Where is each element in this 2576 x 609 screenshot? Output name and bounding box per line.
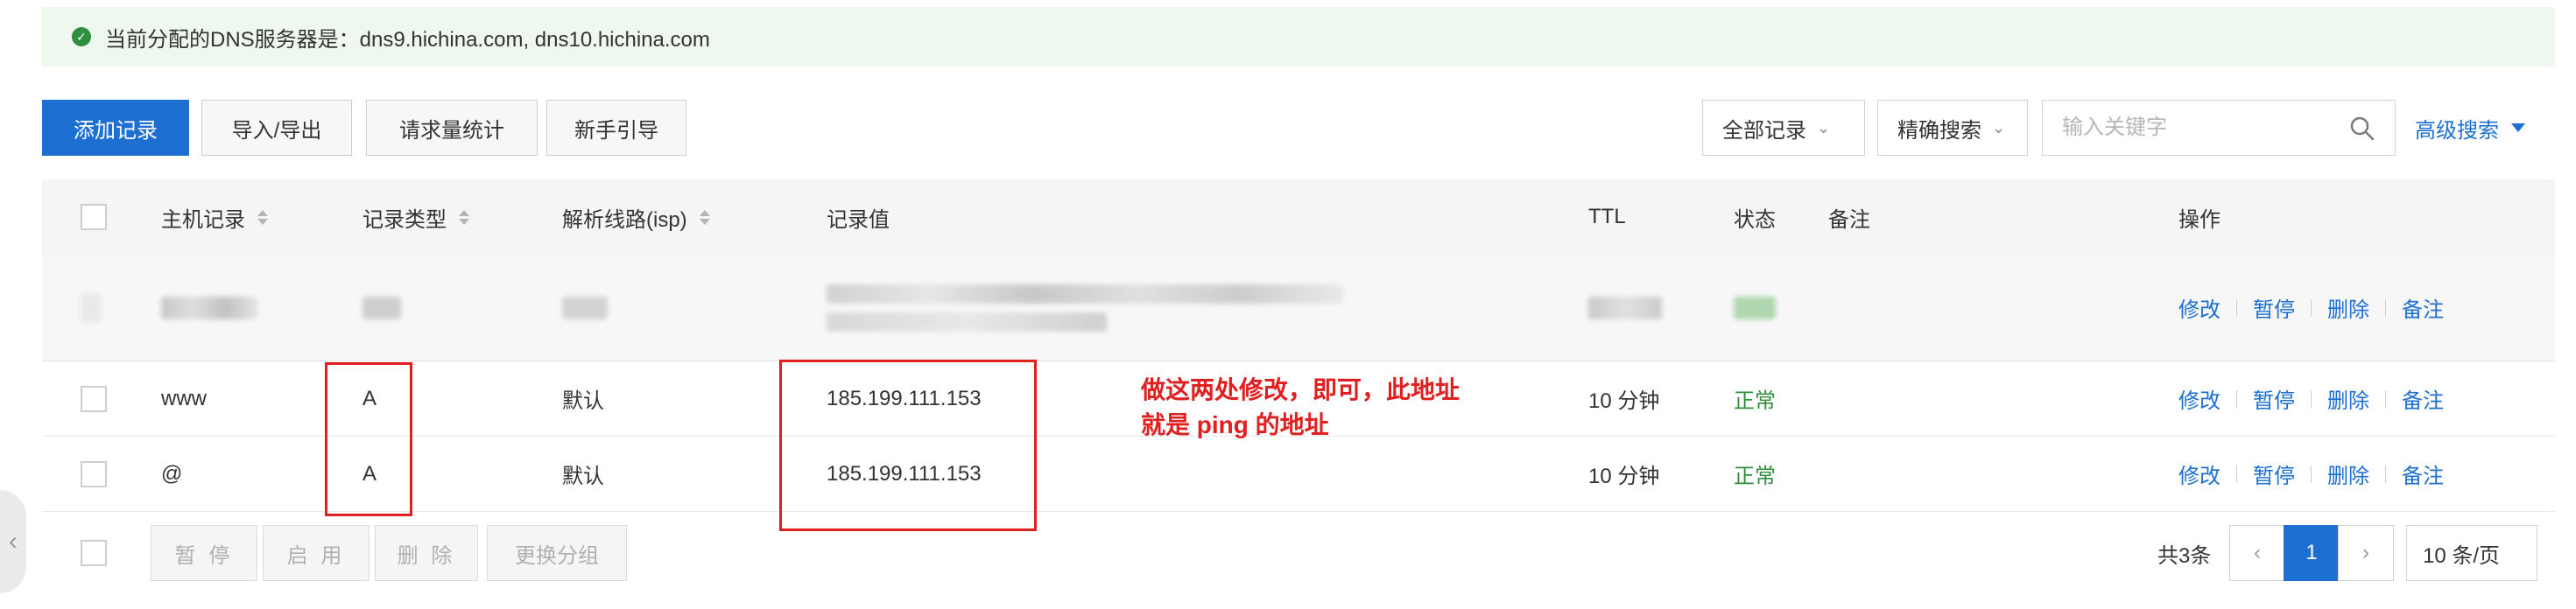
page-size-value: 10 条/页 — [2423, 543, 2501, 568]
redacted-line — [562, 296, 608, 319]
advanced-search-label: 高级搜索 — [2415, 118, 2499, 143]
col-value: 记录值 — [827, 207, 890, 232]
edit-link[interactable]: 修改 — [2178, 383, 2221, 414]
keyword-search-input[interactable] — [2062, 116, 2351, 140]
col-actions: 操作 — [2178, 207, 2221, 232]
redacted-value-2 — [827, 312, 1107, 332]
search-mode-value: 精确搜索 — [1897, 118, 1981, 143]
import-export-button[interactable]: 导入/导出 — [201, 100, 352, 156]
notice-text: 当前分配的DNS服务器是：dns9.hichina.com, dns10.hic… — [105, 27, 710, 52]
prev-page-button[interactable]: ‹ — [2229, 525, 2285, 581]
chevron-down-icon: ⌄ — [1817, 118, 1831, 136]
footer-select-all-checkbox[interactable] — [81, 540, 107, 566]
col-status: 状态 — [1734, 207, 1776, 232]
page-number-button[interactable]: 1 — [2284, 525, 2340, 581]
annotation-line-2: 就是 ping 的地址 — [1141, 411, 1329, 438]
batch-pause-button[interactable]: 暂 停 — [151, 525, 257, 581]
dns-notice: ✓ 当前分配的DNS服务器是：dns9.hichina.com, dns10.h… — [42, 7, 2555, 66]
annotation-box-value — [779, 360, 1037, 531]
row-actions: 修改 暂停 删除 备注 — [2178, 361, 2444, 436]
col-type[interactable]: 记录类型 — [362, 179, 469, 255]
batch-enable-button[interactable]: 启 用 — [263, 525, 370, 581]
check-circle-icon: ✓ — [72, 27, 91, 46]
cell-line: 默认 — [562, 389, 604, 413]
edit-link[interactable]: 修改 — [2178, 292, 2221, 323]
row-checkbox[interactable] — [81, 460, 107, 487]
row-actions: 修改 暂停 删除 备注 — [2178, 255, 2444, 360]
col-line[interactable]: 解析线路(isp) — [562, 179, 710, 255]
sort-icon[interactable] — [459, 209, 469, 225]
collapse-side-tab[interactable]: ‹ — [0, 490, 26, 593]
cell-host: @ — [161, 461, 183, 486]
remark-link[interactable]: 备注 — [2402, 458, 2444, 489]
delete-link[interactable]: 删除 — [2327, 458, 2369, 489]
pause-link[interactable]: 暂停 — [2253, 292, 2295, 323]
sort-icon[interactable] — [699, 209, 710, 225]
remark-link[interactable]: 备注 — [2402, 292, 2444, 323]
cell-ttl: 10 分钟 — [1588, 465, 1660, 488]
redacted-value — [827, 284, 1343, 304]
annotation-line-1: 做这两处修改，即可，此地址 — [1141, 376, 1460, 403]
search-mode-select[interactable]: 精确搜索 ⌄ — [1877, 100, 2028, 156]
col-ttl: TTL — [1588, 205, 1626, 228]
total-count: 共3条 — [2157, 543, 2212, 568]
redacted-checkbox — [81, 292, 102, 323]
col-type-label: 记录类型 — [362, 207, 447, 232]
pause-link[interactable]: 暂停 — [2253, 458, 2295, 489]
delete-link[interactable]: 删除 — [2327, 383, 2369, 414]
add-record-button[interactable]: 添加记录 — [42, 100, 189, 156]
col-host-label: 主机记录 — [161, 207, 245, 232]
remark-link[interactable]: 备注 — [2402, 383, 2444, 414]
next-page-button[interactable]: › — [2338, 525, 2394, 581]
redacted-ttl — [1588, 296, 1662, 319]
chevron-left-icon: ‹ — [9, 527, 18, 556]
table-footer: 暂 停 启 用 删 除 更换分组 共3条 ‹ 1 › 10 条/页 — [42, 525, 2555, 581]
col-remark: 备注 — [1828, 207, 1870, 232]
annotation-box-type — [325, 362, 412, 516]
redacted-host — [161, 296, 257, 319]
pause-link[interactable]: 暂停 — [2253, 383, 2295, 414]
batch-delete-button[interactable]: 删 除 — [375, 525, 478, 581]
change-group-button[interactable]: 更换分组 — [487, 525, 627, 581]
select-all-checkbox[interactable] — [81, 204, 107, 230]
newbie-guide-button[interactable]: 新手引导 — [546, 100, 686, 156]
annotation-note: 做这两处修改，即可，此地址 就是 ping 的地址 — [1141, 373, 1460, 443]
search-icon[interactable] — [2349, 116, 2375, 142]
advanced-search-toggle[interactable]: 高级搜索 — [2415, 100, 2525, 156]
status-badge: 正常 — [1734, 465, 1776, 488]
row-actions: 修改 暂停 删除 备注 — [2178, 437, 2444, 511]
keyword-search-box[interactable] — [2042, 100, 2396, 156]
toolbar: 添加记录 导入/导出 请求量统计 新手引导 全部记录 ⌄ 精确搜索 ⌄ 高级搜索 — [42, 100, 2555, 158]
delete-link[interactable]: 删除 — [2327, 292, 2369, 323]
table-row: @ A 默认 185.199.111.153 10 分钟 正常 修改 暂停 删除… — [42, 437, 2555, 512]
status-badge: 正常 — [1734, 389, 1776, 413]
dns-records-table: 主机记录 记录类型 解析线路(isp) 记录值 TTL 状态 备注 操作 修改 … — [42, 179, 2555, 512]
sort-icon[interactable] — [257, 209, 268, 225]
chevron-right-icon: › — [2362, 541, 2369, 564]
col-host[interactable]: 主机记录 — [161, 179, 268, 255]
redacted-type — [362, 296, 401, 319]
record-filter-select[interactable]: 全部记录 ⌄ — [1702, 100, 1865, 156]
cell-line: 默认 — [562, 465, 604, 488]
table-row-redacted: 修改 暂停 删除 备注 — [42, 255, 2555, 361]
request-stats-button[interactable]: 请求量统计 — [366, 100, 538, 156]
cell-ttl: 10 分钟 — [1588, 389, 1660, 413]
chevron-down-icon: ⌄ — [1992, 118, 2006, 136]
chevron-left-icon: ‹ — [2254, 541, 2261, 564]
table-header: 主机记录 记录类型 解析线路(isp) 记录值 TTL 状态 备注 操作 — [42, 179, 2555, 255]
row-checkbox[interactable] — [81, 385, 107, 412]
page-size-select[interactable]: 10 条/页 — [2406, 525, 2537, 581]
redacted-status — [1734, 296, 1776, 319]
caret-down-icon — [2511, 123, 2525, 132]
edit-link[interactable]: 修改 — [2178, 458, 2221, 489]
cell-host: www — [161, 386, 207, 410]
record-filter-value: 全部记录 — [1722, 118, 1806, 143]
col-line-label: 解析线路(isp) — [562, 207, 687, 232]
